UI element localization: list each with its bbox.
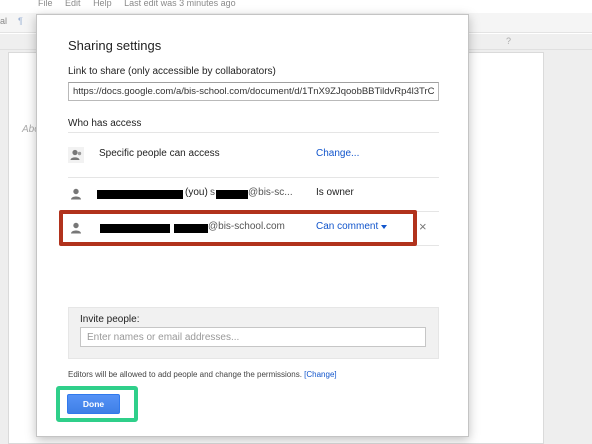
remove-person-button[interactable]: × — [419, 219, 427, 234]
redacted-owner-name — [97, 190, 183, 199]
redacted-commenter-name — [100, 224, 170, 233]
chevron-down-icon[interactable] — [381, 225, 387, 229]
access-row-owner: (you) s @bis-sc... Is owner — [68, 177, 439, 211]
menu-edit: Edit — [65, 0, 81, 8]
person-icon — [71, 222, 81, 234]
permission-dropdown[interactable]: Can comment — [316, 221, 378, 232]
sharing-settings-dialog: Sharing settings Link to share (only acc… — [36, 14, 469, 437]
menu-help: Help — [93, 0, 112, 8]
commenter-email-domain: @bis-school.com — [208, 221, 285, 232]
invite-people-input[interactable] — [80, 327, 426, 347]
share-link-input[interactable] — [68, 82, 439, 101]
redacted-commenter-email — [174, 224, 208, 233]
link-to-share-label: Link to share (only accessible by collab… — [68, 66, 276, 77]
owner-you-label: (you) — [185, 187, 208, 198]
toolbar-font-label: al — [0, 16, 8, 26]
person-icon — [71, 188, 81, 200]
last-edit-status: Last edit was 3 minutes ago — [124, 0, 236, 8]
access-row-visibility: Specific people can access Change... — [68, 138, 439, 172]
dialog-title: Sharing settings — [68, 38, 162, 53]
background-menubar: File Edit Help Last edit was 3 minutes a… — [0, 0, 592, 12]
permissions-note: Editors will be allowed to add people an… — [68, 370, 337, 379]
owner-role: Is owner — [316, 187, 354, 198]
invite-people-label: Invite people: — [80, 314, 140, 325]
owner-email-domain: @bis-sc... — [248, 187, 293, 198]
owner-email-prefix: s — [210, 187, 215, 198]
paragraph-icon: ¶ — [18, 16, 23, 26]
divider — [68, 245, 439, 246]
menu-file: File — [38, 0, 53, 8]
done-button[interactable]: Done — [67, 394, 120, 414]
change-permissions-link[interactable]: [Change] — [304, 370, 336, 379]
invite-people-panel: Invite people: — [68, 307, 439, 359]
visibility-text: Specific people can access — [99, 148, 220, 159]
access-row-commenter: @bis-school.com Can comment × — [68, 211, 439, 245]
who-has-access-label: Who has access — [68, 118, 142, 129]
redacted-owner-email — [216, 190, 248, 199]
people-icon — [68, 147, 84, 163]
change-visibility-link[interactable]: Change... — [316, 148, 359, 159]
permissions-note-text: Editors will be allowed to add people an… — [68, 370, 302, 379]
help-icon: ? — [506, 36, 512, 46]
divider — [68, 132, 439, 133]
